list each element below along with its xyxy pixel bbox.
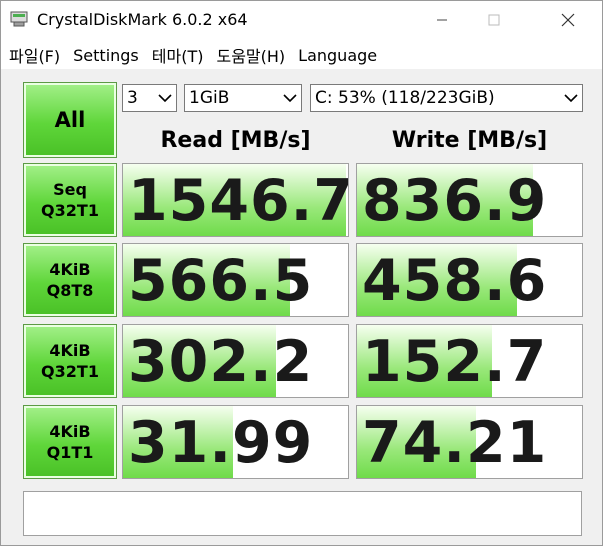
test-line2: Q8T8 [46,281,94,300]
read-result: 566.5 [122,243,349,317]
drive-value: C: 53% (118/223GiB) [315,88,495,108]
main-panel: All 3 1GiB C: 53% (118/223GiB) Read [MB/… [1,69,602,545]
test-button-4kib-q8t8[interactable]: 4KiB Q8T8 [23,243,117,317]
menu-language[interactable]: Language [290,46,382,65]
read-value: 566.5 [128,248,314,314]
size-value: 1GiB [189,88,230,108]
test-line1: Seq [53,180,87,199]
read-result: 31.99 [122,405,349,479]
app-window: CrystalDiskMark 6.0.2 x64 파일(F) Settings… [0,0,603,546]
drive-select[interactable]: C: 53% (118/223GiB) [310,84,583,112]
test-line1: 4KiB [49,422,91,441]
chevron-down-icon [279,85,301,111]
read-result: 302.2 [122,324,349,398]
count-value: 3 [127,88,138,108]
test-button-4kib-q1t1[interactable]: 4KiB Q1T1 [23,405,117,479]
comment-input[interactable] [23,491,582,536]
write-result: 836.9 [356,163,583,237]
menu-file[interactable]: 파일(F) [1,43,65,67]
minimize-icon [437,19,447,21]
test-line2: Q1T1 [46,443,94,462]
close-icon [561,13,575,27]
maximize-button[interactable] [471,1,517,39]
read-value: 302.2 [128,329,314,395]
size-select[interactable]: 1GiB [184,84,302,112]
write-value: 836.9 [362,168,548,234]
menu-theme[interactable]: 테마(T) [144,43,209,67]
read-value: 1546.7 [128,168,349,234]
read-result: 1546.7 [122,163,349,237]
maximize-icon [488,14,500,26]
test-button-seq-q32t1[interactable]: Seq Q32T1 [23,163,117,237]
test-button-4kib-q32t1[interactable]: 4KiB Q32T1 [23,324,117,398]
app-icon [10,11,28,27]
chevron-down-icon [154,85,176,111]
write-value: 458.6 [362,248,548,314]
count-select[interactable]: 3 [122,84,177,112]
all-button[interactable]: All [23,82,117,158]
write-value: 152.7 [362,329,548,395]
write-result: 458.6 [356,243,583,317]
menu-help[interactable]: 도움말(H) [208,43,290,67]
test-line1: 4KiB [49,260,91,279]
menu-settings[interactable]: Settings [65,46,144,65]
test-line2: Q32T1 [41,362,99,381]
menu-bar: 파일(F) Settings 테마(T) 도움말(H) Language [1,41,602,69]
test-line2: Q32T1 [41,201,99,220]
test-line1: 4KiB [49,341,91,360]
window-title: CrystalDiskMark 6.0.2 x64 [37,10,248,29]
title-bar: CrystalDiskMark 6.0.2 x64 [1,1,602,39]
write-result: 74.21 [356,405,583,479]
minimize-button[interactable] [419,1,465,39]
write-result: 152.7 [356,324,583,398]
close-button[interactable] [545,1,591,39]
chevron-down-icon [560,85,582,111]
read-header: Read [MB/s] [160,128,311,153]
write-value: 74.21 [362,410,548,476]
write-header: Write [MB/s] [391,128,548,153]
read-value: 31.99 [128,410,314,476]
